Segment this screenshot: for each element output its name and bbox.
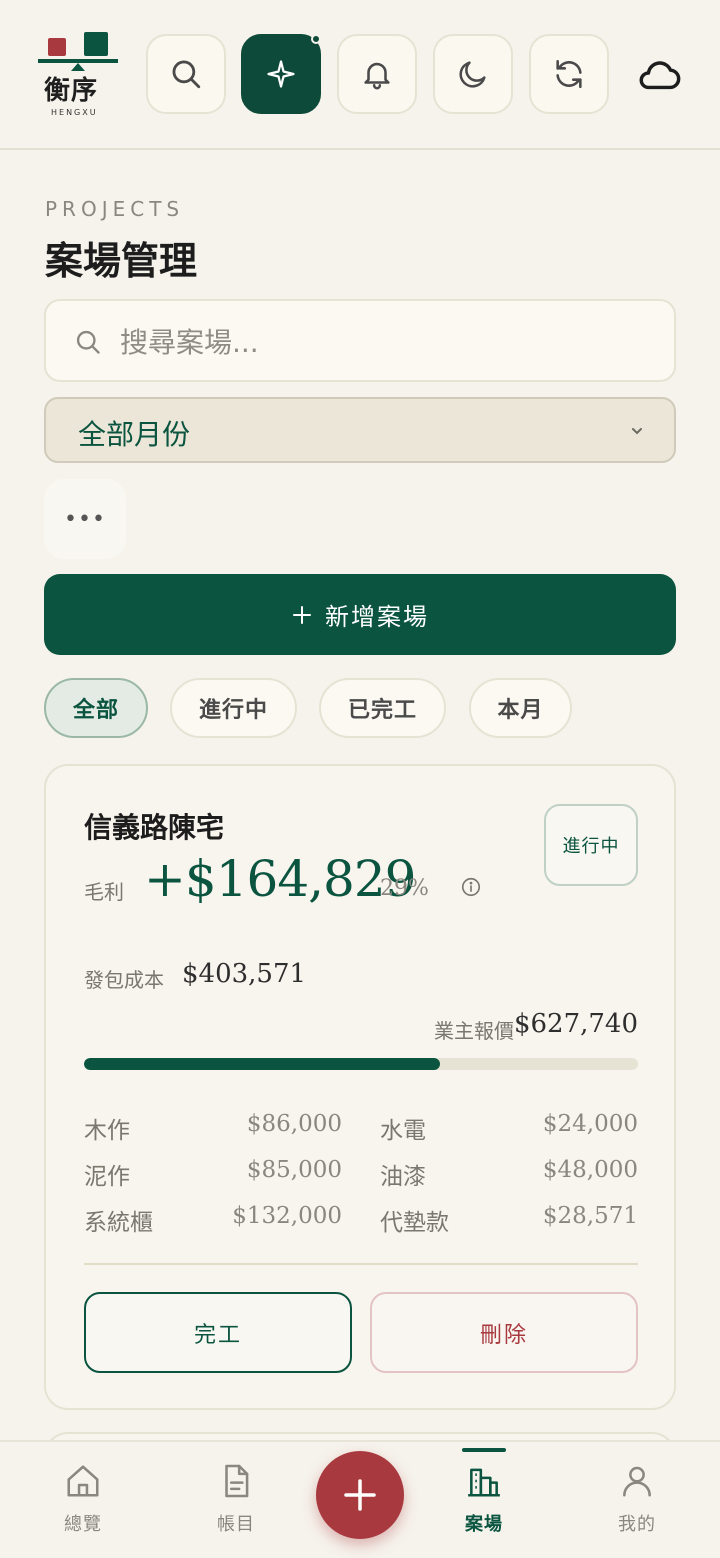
card-divider xyxy=(84,1263,638,1265)
cost-category: 泥作 $85,000 xyxy=(84,1157,342,1193)
category-amount: $86,000 xyxy=(246,1111,342,1137)
gross-profit-value: +$164,829 xyxy=(144,850,416,908)
info-icon xyxy=(461,877,481,897)
search-box[interactable] xyxy=(44,299,676,382)
nav-label: 我的 xyxy=(618,1514,656,1535)
category-amount: $132,000 xyxy=(232,1203,342,1229)
add-project-button[interactable]: 新增案場 xyxy=(44,574,676,655)
cost-category: 系統櫃 $132,000 xyxy=(84,1203,342,1239)
subcontract-cost-value: $403,571 xyxy=(182,959,307,989)
chevron-down-icon xyxy=(632,428,642,435)
nav-item-overview[interactable]: 總覽 xyxy=(23,1442,143,1558)
nav-item-projects[interactable]: 案場 xyxy=(424,1442,544,1558)
nav-label: 總覽 xyxy=(64,1514,102,1535)
document-icon xyxy=(225,1464,249,1498)
buildings-icon xyxy=(468,1468,500,1497)
cloud-icon xyxy=(639,61,681,90)
sync-button[interactable] xyxy=(529,34,609,114)
cost-progress-fill xyxy=(84,1058,441,1070)
mark-complete-button[interactable]: 完工 xyxy=(84,1292,352,1373)
search-input[interactable] xyxy=(120,321,640,363)
nav-item-accounts[interactable]: 帳目 xyxy=(176,1442,296,1558)
cloud-sync-status[interactable] xyxy=(636,54,682,98)
app-logo[interactable]: 衡序 HENGXU xyxy=(36,30,120,120)
chip-label: 已完工 xyxy=(347,698,417,723)
ai-assistant-button[interactable] xyxy=(241,34,321,114)
filter-chip-in-progress[interactable]: 進行中 xyxy=(170,678,297,738)
cost-progress-bar xyxy=(84,1058,638,1070)
more-dots-icon: ••• xyxy=(64,506,106,532)
cost-category: 油漆 $48,000 xyxy=(380,1157,638,1193)
owner-quote-label: 業主報價 xyxy=(434,1019,514,1043)
logo-green-square xyxy=(84,32,108,56)
nav-item-profile[interactable]: 我的 xyxy=(577,1442,697,1558)
chip-label: 本月 xyxy=(497,698,544,723)
category-name: 系統櫃 xyxy=(84,1210,153,1236)
chip-label: 全部 xyxy=(72,698,119,723)
category-amount: $28,571 xyxy=(542,1203,638,1229)
home-icon xyxy=(67,1465,99,1497)
owner-quote-value: $627,740 xyxy=(513,1009,638,1039)
sparkle-icon xyxy=(267,60,295,88)
search-button[interactable] xyxy=(146,34,226,114)
category-name: 泥作 xyxy=(84,1164,130,1190)
category-name: 代墊款 xyxy=(380,1210,449,1236)
cost-category: 木作 $86,000 xyxy=(84,1111,342,1147)
filter-chip-completed[interactable]: 已完工 xyxy=(319,678,446,738)
more-options-button[interactable]: ••• xyxy=(44,479,126,559)
gross-profit-label: 毛利 xyxy=(84,880,124,904)
project-name: 信義路陳宅 xyxy=(84,811,225,844)
category-name: 油漆 xyxy=(380,1164,426,1190)
search-icon xyxy=(76,330,100,354)
cost-category: 水電 $24,000 xyxy=(380,1111,638,1147)
complete-label: 完工 xyxy=(193,1322,242,1348)
month-select-value: 全部月份 xyxy=(78,418,191,451)
plus-icon xyxy=(344,1479,376,1511)
plus-icon xyxy=(293,605,311,624)
filter-chip-all[interactable]: 全部 xyxy=(44,678,148,738)
category-name: 水電 xyxy=(380,1118,426,1144)
search-icon xyxy=(172,60,201,89)
nav-active-indicator xyxy=(462,1448,506,1452)
gross-margin-percent: 29% xyxy=(380,876,429,901)
month-select[interactable]: 全部月份 xyxy=(44,397,676,463)
nav-label: 案場 xyxy=(465,1514,503,1535)
delete-project-button[interactable]: 刪除 xyxy=(370,1292,638,1373)
top-header: 衡序 HENGXU xyxy=(0,0,720,150)
category-amount: $48,000 xyxy=(542,1157,638,1183)
chip-label: 進行中 xyxy=(198,698,268,723)
info-button[interactable] xyxy=(460,876,482,902)
subcontract-cost-label: 發包成本 xyxy=(84,968,164,992)
refresh-icon xyxy=(556,59,582,89)
page-title: 案場管理 xyxy=(45,238,198,283)
user-icon xyxy=(623,1466,651,1497)
delete-label: 刪除 xyxy=(479,1322,528,1348)
category-amount: $24,000 xyxy=(542,1111,638,1137)
quick-add-fab[interactable] xyxy=(316,1451,404,1539)
cost-category: 代墊款 $28,571 xyxy=(380,1203,638,1239)
category-name: 木作 xyxy=(84,1118,130,1144)
dark-mode-button[interactable] xyxy=(433,34,513,114)
notifications-button[interactable] xyxy=(337,34,417,114)
logo-red-square xyxy=(48,38,66,56)
bell-icon xyxy=(364,62,390,90)
project-card[interactable]: 信義路陳宅 進行中 毛利 +$164,829 29% 發包成本 $403,571… xyxy=(44,764,676,1410)
nav-label: 帳目 xyxy=(217,1514,255,1535)
moon-icon xyxy=(459,61,486,88)
notification-dot xyxy=(311,34,321,44)
section-eyebrow: PROJECTS xyxy=(45,197,185,221)
logo-subtext: HENGXU xyxy=(51,108,98,117)
category-amount: $85,000 xyxy=(246,1157,342,1183)
status-badge[interactable]: 進行中 xyxy=(544,804,638,886)
filter-chip-this-month[interactable]: 本月 xyxy=(469,678,572,738)
logo-text: 衡序 xyxy=(44,76,99,106)
add-project-label: 新增案場 xyxy=(325,603,429,631)
status-label: 進行中 xyxy=(562,836,620,857)
